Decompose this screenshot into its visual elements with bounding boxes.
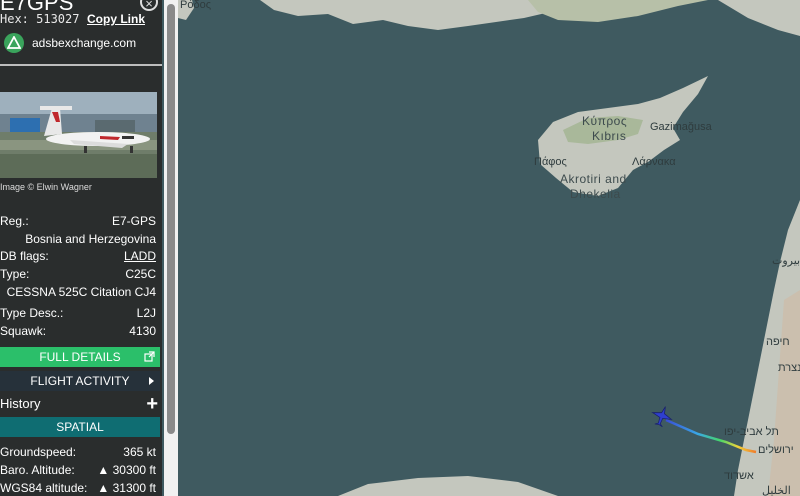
- label-pafos: Πάφος: [534, 156, 567, 168]
- label-rodos: Ρόδος: [180, 0, 211, 11]
- label-gazimagusa: Gazimağusa: [650, 121, 712, 133]
- copy-link[interactable]: Copy Link: [87, 12, 145, 26]
- squawk-row: Squawk: 4130: [0, 324, 160, 340]
- plus-icon: +: [146, 393, 158, 415]
- label-kibris: Kıbrıs: [592, 129, 627, 143]
- full-details-button[interactable]: FULL DETAILS: [0, 347, 160, 367]
- squawk-label: Squawk:: [0, 324, 47, 338]
- db-flags-label: DB flags:: [0, 249, 49, 263]
- spatial-label: SPATIAL: [56, 420, 104, 434]
- spatial-section-header[interactable]: SPATIAL: [0, 417, 160, 437]
- label-akrotiri: Akrotiri and: [560, 172, 627, 186]
- country-row: Bosnia and Herzegovina: [0, 232, 160, 248]
- flight-activity-label: FLIGHT ACTIVITY: [30, 374, 130, 388]
- land-turkey-green: [528, 0, 708, 22]
- land-turkey-east: [718, 0, 800, 36]
- reg-row: Reg.: E7-GPS: [0, 214, 160, 230]
- db-flags-row: DB flags: LADD: [0, 249, 160, 265]
- wgs84-altitude-row: WGS84 altitude: ▲ 31300 ft: [0, 481, 160, 496]
- type-label: Type:: [0, 267, 30, 281]
- type-desc-value: L2J: [136, 306, 156, 320]
- reg-label: Reg.:: [0, 214, 29, 228]
- label-haifa: חיפה: [766, 336, 790, 348]
- label-larnaka: Λάρνακα: [632, 156, 676, 168]
- wgs84-altitude-value: ▲ 31300 ft: [97, 481, 156, 495]
- label-beirut: بيروت: [772, 255, 800, 267]
- label-nazareth: נצרת: [778, 362, 800, 374]
- country-value: Bosnia and Herzegovina: [25, 232, 156, 246]
- divider: [0, 64, 162, 66]
- type-desc-label: Type Desc.:: [0, 306, 64, 320]
- external-link-icon: [144, 347, 155, 368]
- label-ashdod: אשדוד: [724, 470, 754, 482]
- airplane-icon[interactable]: [650, 404, 674, 428]
- adsbexchange-logo-icon: [4, 33, 24, 53]
- baro-altitude-label: Baro. Altitude:: [0, 463, 75, 477]
- type-row: Type: C25C: [0, 267, 160, 283]
- land-sinai: [338, 476, 558, 496]
- groundspeed-row: Groundspeed: 365 kt: [0, 445, 160, 461]
- hex-row: Hex: 513027 Copy Link: [0, 12, 145, 26]
- aircraft-photo[interactable]: [0, 92, 157, 178]
- db-flags-value[interactable]: LADD: [124, 249, 156, 263]
- label-jerusalem: ירושלים: [758, 444, 794, 456]
- wgs84-altitude-label: WGS84 altitude:: [0, 481, 88, 495]
- aircraft-info-panel: E7GPS × Hex: 513027 Copy Link adsbexchan…: [0, 0, 162, 496]
- label-kypros: Κύπρος: [582, 114, 628, 128]
- panel-scrollbar[interactable]: [164, 0, 178, 496]
- groundspeed-label: Groundspeed:: [0, 445, 77, 459]
- type-value: C25C: [125, 267, 156, 281]
- history-section-toggle[interactable]: History +: [0, 393, 160, 415]
- scrollbar-thumb[interactable]: [167, 4, 175, 434]
- groundspeed-value: 365 kt: [123, 445, 156, 459]
- hex-code: Hex: 513027: [0, 12, 80, 26]
- type-desc-row: Type Desc.: L2J: [0, 306, 160, 322]
- type-full-row: CESSNA 525C Citation CJ4: [0, 285, 160, 301]
- label-hebron: الخليل: [762, 485, 791, 496]
- reg-value: E7-GPS: [111, 214, 156, 228]
- squawk-value: 4130: [129, 324, 156, 338]
- type-full-value: CESSNA 525C Citation CJ4: [6, 285, 156, 299]
- label-telaviv: תל אביב-יפו: [724, 426, 779, 438]
- history-label: History: [0, 396, 41, 411]
- flight-activity-button[interactable]: FLIGHT ACTIVITY: [0, 371, 160, 391]
- data-source-link[interactable]: adsbexchange.com: [2, 33, 162, 55]
- baro-altitude-value: ▲ 30300 ft: [97, 463, 156, 477]
- chevron-right-icon: [147, 371, 155, 392]
- data-source-name: adsbexchange.com: [32, 36, 137, 50]
- close-icon[interactable]: ×: [140, 0, 158, 11]
- full-details-label: FULL DETAILS: [39, 350, 121, 364]
- label-dhekelia: Dhekelia: [570, 187, 621, 201]
- baro-altitude-row: Baro. Altitude: ▲ 30300 ft: [0, 463, 160, 479]
- map-base: [178, 0, 800, 496]
- image-credit: Image © Elwin Wagner: [0, 182, 92, 192]
- map-view[interactable]: Ρόδος Κύπρος Kıbrıs Gazimağusa Πάφος Λάρ…: [178, 0, 800, 496]
